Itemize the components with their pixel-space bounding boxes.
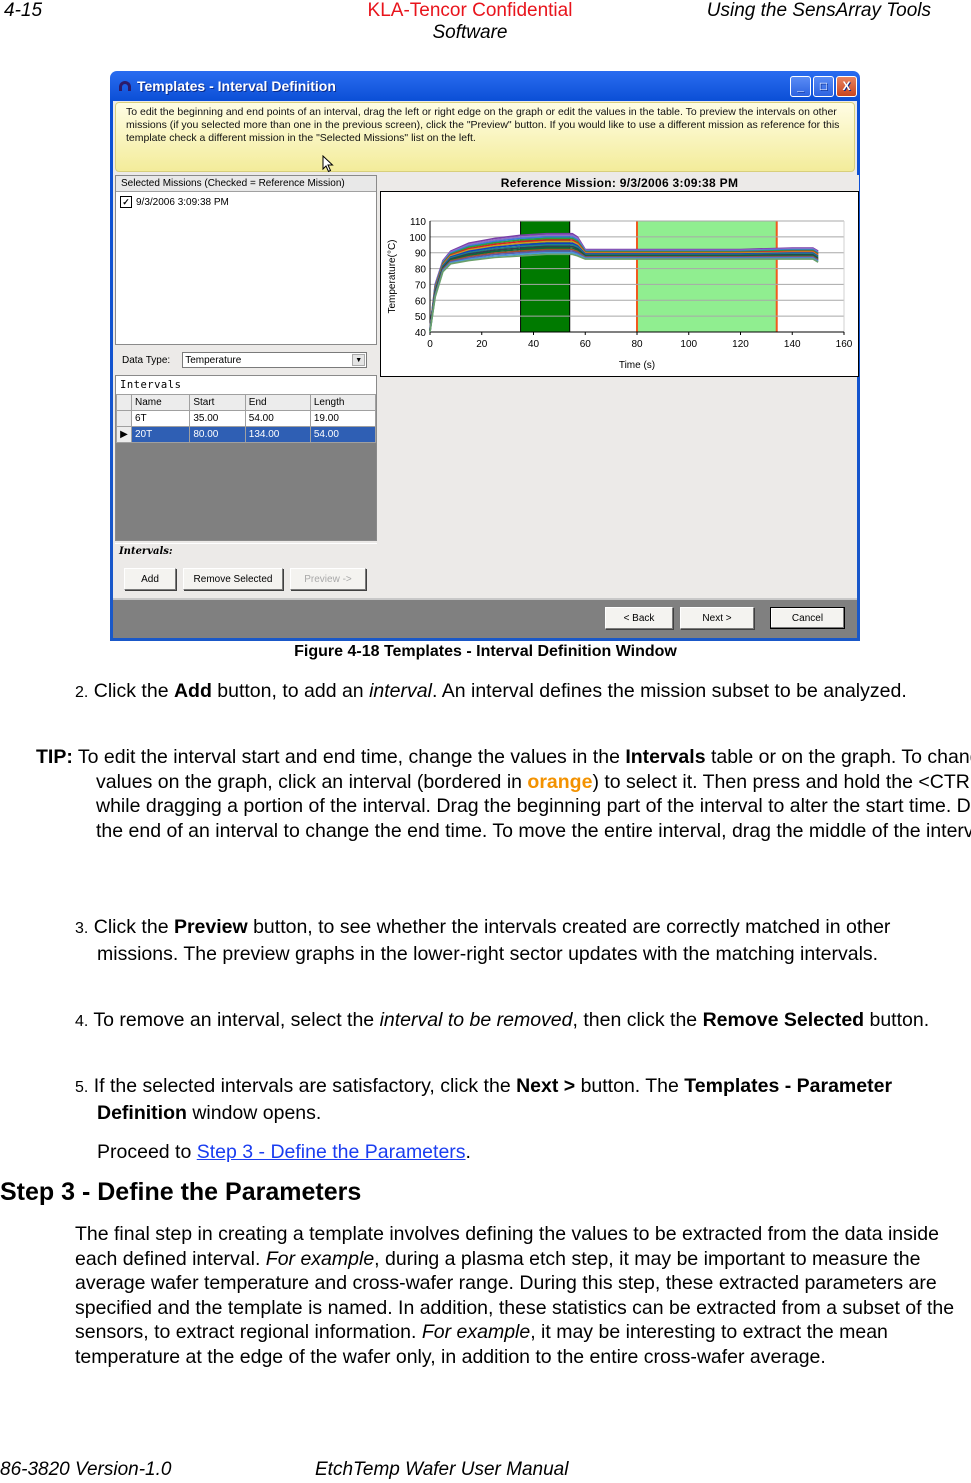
tip-label: TIP: bbox=[36, 746, 73, 768]
row-selector[interactable] bbox=[116, 410, 132, 427]
remove-selected-button[interactable]: Remove Selected bbox=[183, 568, 283, 590]
step-3: 3. Click the Preview button, to see whet… bbox=[75, 916, 891, 965]
cell-length[interactable]: 54.00 bbox=[309, 426, 377, 443]
x-tick-label: 120 bbox=[732, 339, 749, 350]
intervals-table: Name Start End Length 6T 35.00 54.00 19.… bbox=[116, 394, 377, 443]
cancel-button[interactable]: Cancel bbox=[770, 607, 845, 629]
mouse-pointer-icon bbox=[322, 155, 334, 173]
close-button[interactable]: X bbox=[836, 75, 857, 97]
interval-region-20T[interactable] bbox=[637, 221, 777, 332]
page-header-center: KLA-Tencor Confidential Software bbox=[330, 0, 610, 44]
mission-item[interactable]: ✓ 9/3/2006 3:09:38 PM bbox=[116, 192, 376, 212]
step-2: 2. Click the Add button, to add an inter… bbox=[75, 680, 907, 702]
chart-title: Reference Mission: 9/3/2006 3:09:38 PM bbox=[380, 175, 859, 191]
missions-header: Selected Missions (Checked = Reference M… bbox=[116, 176, 376, 192]
maximize-icon: □ bbox=[819, 79, 828, 93]
column-header-length[interactable]: Length bbox=[309, 394, 377, 411]
column-header-name[interactable]: Name bbox=[130, 394, 191, 411]
confidential-label: KLA-Tencor Confidential bbox=[367, 0, 573, 21]
data-type-row: Data Type: Temperature ▼ bbox=[115, 345, 377, 375]
cell-end[interactable]: 54.00 bbox=[244, 410, 311, 427]
interval-actions: Intervals: Add Remove Selected Preview -… bbox=[115, 543, 377, 602]
intervals-table-panel: Intervals Name Start End Length 6T 35.00… bbox=[115, 375, 377, 541]
x-tick-label: 20 bbox=[476, 339, 488, 350]
cell-end[interactable]: 134.00 bbox=[244, 426, 311, 443]
y-tick-label: 60 bbox=[415, 296, 427, 307]
cell-start[interactable]: 80.00 bbox=[189, 426, 246, 443]
window-title: Templates - Interval Definition bbox=[137, 78, 336, 94]
maximize-button[interactable]: □ bbox=[813, 75, 834, 97]
back-button[interactable]: < Back bbox=[605, 607, 673, 629]
x-tick-label: 60 bbox=[580, 339, 592, 350]
help-banner: To edit the beginning and end points of … bbox=[115, 102, 855, 173]
x-tick-label: 160 bbox=[836, 339, 853, 350]
y-tick-label: 50 bbox=[415, 312, 427, 323]
minimize-button[interactable]: _ bbox=[790, 75, 811, 97]
page-number: 4-15 bbox=[4, 0, 43, 21]
intervals-table-title: Intervals bbox=[116, 376, 376, 394]
cell-start[interactable]: 35.00 bbox=[189, 410, 246, 427]
x-tick-label: 0 bbox=[427, 339, 433, 350]
table-row[interactable]: 6T 35.00 54.00 19.00 bbox=[116, 410, 377, 427]
x-tick-label: 140 bbox=[784, 339, 801, 350]
left-panel: Selected Missions (Checked = Reference M… bbox=[115, 175, 377, 602]
y-tick-label: 70 bbox=[415, 280, 427, 291]
x-tick-label: 40 bbox=[528, 339, 540, 350]
mission-checkbox[interactable]: ✓ bbox=[120, 196, 132, 208]
final-paragraph: The final step in creating a template in… bbox=[75, 1223, 955, 1368]
interval-actions-label: Intervals: bbox=[119, 546, 173, 557]
column-header-end[interactable]: End bbox=[244, 394, 311, 411]
chart-box: 40 50 60 70 80 90 100 110 0 20 40 60 80 100 120 140 160 T… bbox=[380, 191, 859, 377]
section-heading: Step 3 - Define the Parameters bbox=[0, 1178, 362, 1206]
step-3-link[interactable]: Step 3 - Define the Parameters bbox=[197, 1141, 466, 1163]
manual-title: EtchTemp Wafer User Manual bbox=[315, 1459, 569, 1480]
cell-name[interactable]: 6T bbox=[130, 410, 191, 427]
x-tick-label: 80 bbox=[631, 339, 643, 350]
current-row-arrow-icon[interactable]: ▶ bbox=[116, 426, 132, 443]
section-label: Software bbox=[432, 22, 508, 43]
y-tick-label: 110 bbox=[410, 217, 426, 228]
data-type-value: Temperature bbox=[185, 355, 242, 366]
title-bar[interactable]: Templates - Interval Definition _ □ X bbox=[113, 71, 857, 101]
next-button[interactable]: Next > bbox=[680, 607, 754, 629]
mission-label: 9/3/2006 3:09:38 PM bbox=[136, 196, 229, 208]
minimize-icon: _ bbox=[797, 79, 804, 93]
add-button[interactable]: Add bbox=[124, 568, 176, 590]
row-header-corner bbox=[116, 394, 132, 411]
chart-panel: Reference Mission: 9/3/2006 3:09:38 PM 4… bbox=[380, 175, 859, 377]
x-axis-label: Time (s) bbox=[619, 360, 655, 371]
cell-name[interactable]: 20T bbox=[130, 426, 191, 443]
y-axis-label: Temperature(°C) bbox=[387, 239, 398, 313]
y-tick-label: 90 bbox=[415, 249, 427, 260]
cell-length[interactable]: 19.00 bbox=[309, 410, 377, 427]
orange-highlight: orange bbox=[527, 770, 593, 793]
close-icon: X bbox=[842, 79, 851, 93]
data-type-select[interactable]: Temperature ▼ bbox=[182, 352, 368, 368]
selected-missions-list: Selected Missions (Checked = Reference M… bbox=[115, 175, 377, 345]
interval-definition-window: Templates - Interval Definition _ □ X To… bbox=[110, 71, 860, 641]
y-tick-label: 40 bbox=[415, 328, 427, 339]
x-tick-label: 100 bbox=[680, 339, 697, 350]
column-header-start[interactable]: Start bbox=[189, 394, 246, 411]
preview-button[interactable]: Preview -> bbox=[290, 568, 366, 590]
help-text: To edit the beginning and end points of … bbox=[126, 106, 840, 144]
data-type-label: Data Type: bbox=[122, 354, 171, 366]
table-row-selected[interactable]: ▶ 20T 80.00 134.00 54.00 bbox=[116, 426, 377, 443]
step-5: 5. If the selected intervals are satisfa… bbox=[75, 1075, 893, 1124]
doc-number: 86-3820 Version-1.0 bbox=[0, 1459, 172, 1480]
y-tick-label: 100 bbox=[409, 233, 426, 244]
tip: TIP: To edit the interval start and end … bbox=[36, 746, 971, 842]
chapter-title: Using the SensArray Tools bbox=[706, 0, 931, 21]
wizard-nav-bar: < Back Next > Cancel bbox=[113, 598, 857, 638]
step-4: 4. To remove an interval, select the int… bbox=[75, 1009, 930, 1031]
figure-caption: Figure 4-18 Templates - Interval Definit… bbox=[294, 643, 677, 660]
proceed-line: Proceed to Step 3 - Define the Parameter… bbox=[97, 1141, 471, 1163]
window-client: To edit the beginning and end points of … bbox=[113, 101, 859, 638]
chevron-down-icon[interactable]: ▼ bbox=[352, 354, 366, 366]
app-icon bbox=[119, 81, 131, 91]
table-header-row: Name Start End Length bbox=[116, 394, 377, 411]
temperature-chart[interactable]: 40 50 60 70 80 90 100 110 0 20 40 60 80 100 120 140 160 T… bbox=[381, 192, 858, 374]
y-tick-label: 80 bbox=[415, 265, 427, 276]
